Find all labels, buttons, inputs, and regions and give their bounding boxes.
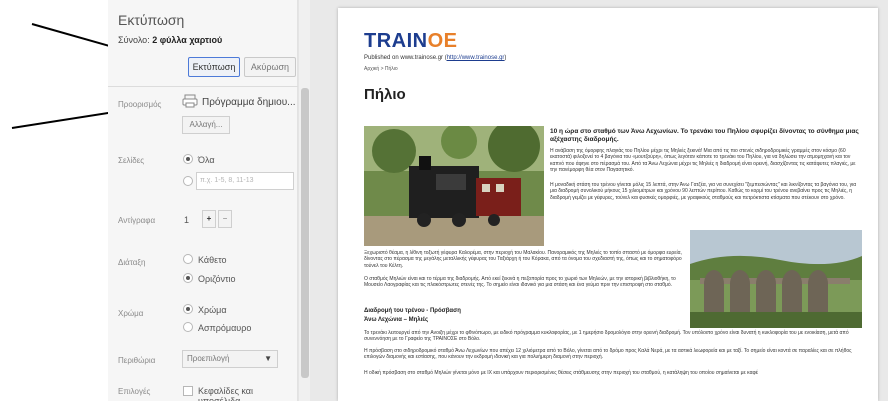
print-dialog-screenshot: Εκτύπωση Σύνολο: 2 φύλλα χαρτιού Εκτύπωσ… bbox=[0, 0, 888, 401]
settings-scrollbar[interactable] bbox=[298, 0, 310, 401]
color-color-label: Χρώμα bbox=[198, 305, 227, 315]
margins-select[interactable]: Προεπιλογή ▼ bbox=[182, 350, 278, 368]
margins-value: Προεπιλογή bbox=[187, 354, 230, 363]
pages-label: Σελίδες bbox=[118, 156, 145, 165]
section-subheading: Διαδρομή του τρένου - Πρόσβαση bbox=[364, 308, 461, 314]
printer-icon bbox=[182, 94, 198, 108]
print-preview-area: TRAINOE Published on www.trainose.gr (ht… bbox=[310, 0, 888, 401]
sheet-total: Σύνολο: 2 φύλλα χαρτιού bbox=[118, 35, 222, 45]
destination-label: Προορισμός bbox=[118, 100, 162, 109]
change-destination-button[interactable]: Αλλαγή... bbox=[182, 116, 230, 134]
cancel-button[interactable]: Ακύρωση bbox=[244, 57, 296, 77]
lead-paragraph: 10 η ώρα στο σταθμό των Άνω Λεχωνίων. Το… bbox=[550, 128, 859, 143]
paragraph-5: Το τρενάκι λειτουργεί από την Ανοιξη μέχ… bbox=[364, 330, 849, 343]
pages-range-input[interactable]: π.χ. 1-5, 8, 11-13 bbox=[196, 172, 294, 190]
chevron-down-icon: ▼ bbox=[264, 354, 272, 363]
destination-value: Πρόγραμμα δημιου... bbox=[202, 97, 296, 108]
route-subheading: Άνω Λεχώνια – Μηλιές bbox=[364, 317, 429, 323]
pages-all-radio[interactable] bbox=[183, 154, 193, 164]
headers-footers-label: Κεφαλίδες και υποσέλιδα bbox=[198, 386, 254, 401]
breadcrumb: Αρχική > Πήλιο bbox=[364, 66, 398, 72]
layout-portrait-radio[interactable] bbox=[183, 254, 193, 264]
color-bw-label: Ασπρόμαυρο bbox=[198, 323, 252, 333]
bridge-photo bbox=[690, 230, 862, 328]
preview-page: TRAINOE Published on www.trainose.gr (ht… bbox=[338, 8, 878, 401]
headers-footers-checkbox[interactable] bbox=[183, 386, 193, 396]
copies-value[interactable]: 1 bbox=[184, 215, 189, 225]
color-bw-radio[interactable] bbox=[183, 322, 193, 332]
color-label: Χρώμα bbox=[118, 309, 144, 318]
total-value: 2 φύλλα χαρτιού bbox=[152, 35, 223, 45]
layout-landscape-label: Οριζόντιο bbox=[198, 274, 236, 284]
pages-all-label: Όλα bbox=[198, 155, 215, 165]
page-heading: Πήλιο bbox=[364, 86, 406, 103]
print-button[interactable]: Εκτύπωση bbox=[188, 57, 240, 77]
print-title: Εκτύπωση bbox=[118, 12, 185, 28]
color-color-radio[interactable] bbox=[183, 304, 193, 314]
print-settings-panel: Εκτύπωση Σύνολο: 2 φύλλα χαρτιού Εκτύπωσ… bbox=[108, 0, 298, 401]
paragraph-6: Η πρόσβαση στο σιδηροδρομικό σταθμό Άνω … bbox=[364, 348, 852, 361]
paragraph-7: Η οδική πρόσβαση στο σταθμό Μηλιών γίνετ… bbox=[364, 370, 758, 376]
paragraph-3: Ξεχωριστό θέαμα, η λίθινη τοξωτή γέφυρα … bbox=[364, 250, 682, 269]
total-label: Σύνολο: bbox=[118, 35, 150, 45]
paragraph-1: Η ανάβαση της όμορφης πλαγιάς του Πηλίου… bbox=[550, 148, 856, 173]
layout-label: Διάταξη bbox=[118, 258, 146, 267]
published-link: http://www.trainose.gr bbox=[446, 55, 505, 61]
paragraph-2: Η μοναδική στάση του τρένου γίνεται μόλι… bbox=[550, 182, 857, 201]
trainose-logo: TRAINOE bbox=[364, 30, 458, 52]
paragraph-4: Ο σταθμός Μηλιών είναι και το τέρμα της … bbox=[364, 276, 676, 289]
copies-decrement-button[interactable]: − bbox=[218, 210, 232, 228]
margins-label: Περιθώρια bbox=[118, 356, 156, 365]
layout-landscape-radio[interactable] bbox=[183, 273, 193, 283]
copies-label: Αντίγραφα bbox=[118, 216, 156, 225]
pages-custom-radio[interactable] bbox=[183, 176, 193, 186]
train-photo bbox=[364, 126, 544, 246]
panel-divider bbox=[108, 86, 298, 87]
copies-increment-button[interactable]: + bbox=[202, 210, 216, 228]
scrollbar-thumb[interactable] bbox=[301, 88, 309, 378]
published-line: Published on www.trainose.gr (http://www… bbox=[364, 55, 507, 61]
layout-portrait-label: Κάθετο bbox=[198, 255, 227, 265]
options-label: Επιλογές bbox=[118, 387, 151, 396]
